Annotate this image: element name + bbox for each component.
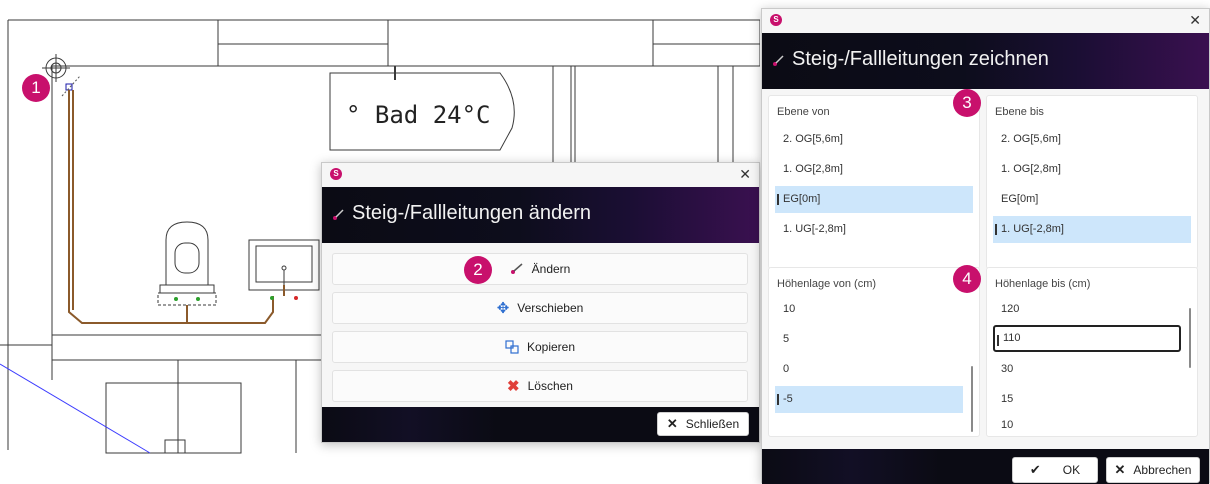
cancel-button[interactable]: ✕ Abbrechen [1106,457,1200,483]
pipe-edit-icon [510,263,523,274]
level-from-item-selected[interactable]: EG[0m] [775,186,973,213]
dialog-title: Steig-/Fallleitungen zeichnen [792,48,1049,70]
pipe-icon [773,55,784,66]
ok-button-label: OK [1062,463,1081,477]
move-button[interactable]: ✥ Verschieben [332,292,748,324]
copy-icon [505,340,519,354]
height-to-item[interactable]: 15 [993,386,1181,413]
dialog-titlebar: S ✕ [322,163,759,187]
height-to-scrollbar[interactable] [1189,308,1191,368]
move-icon: ✥ [496,300,510,317]
level-from-item[interactable]: 1. UG[-2,8m] [775,216,973,243]
height-from-item[interactable]: 5 [775,326,963,353]
cancel-button-label: Abbrechen [1133,463,1192,477]
delete-button[interactable]: ✖ Löschen [332,370,748,402]
ok-button[interactable]: ✔ OK [1012,457,1098,483]
level-from-panel: Ebene von 2. OG[5,6m] 1. OG[2,8m] EG[0m]… [768,95,980,269]
change-button-label: Ändern [531,262,571,276]
change-button[interactable]: Ändern [332,253,748,285]
height-to-item[interactable]: 10 [993,414,1181,436]
height-from-label: Höhenlage von (cm) [777,278,877,290]
check-icon: ✔ [1029,462,1041,477]
delete-button-label: Löschen [527,379,573,393]
dialog-footer: ✕ Schließen [322,407,759,442]
step-badge-4: 4 [953,265,981,293]
height-to-label: Höhenlage bis (cm) [995,278,1091,290]
room-label: ° Bad 24°C [346,101,491,129]
delete-icon: ✖ [507,378,520,395]
height-to-panel: Höhenlage bis (cm) 120 110 30 15 10 [986,267,1198,437]
dialog-banner: Steig-/Fallleitungen ändern [322,187,759,243]
level-to-panel: Ebene bis 2. OG[5,6m] 1. OG[2,8m] EG[0m]… [986,95,1198,269]
dialog-footer: ✔ OK ✕ Abbrechen [762,449,1209,484]
close-button[interactable]: ✕ Schließen [657,412,749,436]
step-badge-1: 1 [22,74,50,102]
step-badge-3: 3 [953,89,981,117]
level-to-label: Ebene bis [995,106,1044,118]
pipe-icon [333,209,344,220]
height-to-item-selected[interactable]: 110 [993,325,1181,352]
close-icon[interactable]: ✕ [1189,12,1201,29]
change-risers-dialog: S ✕ Steig-/Fallleitungen ändern Ändern ✥… [321,162,760,443]
level-to-item[interactable]: EG[0m] [993,186,1191,213]
level-from-item[interactable]: 2. OG[5,6m] [775,126,973,153]
copy-button-label: Kopieren [526,340,576,354]
height-to-item[interactable]: 30 [993,356,1181,383]
height-from-item[interactable]: 0 [775,356,963,383]
dialog-titlebar: S ✕ [762,9,1209,33]
dialog-banner: Steig-/Fallleitungen zeichnen [762,33,1209,89]
level-to-item-selected[interactable]: 1. UG[-2,8m] [993,216,1191,243]
level-to-item[interactable]: 1. OG[2,8m] [993,156,1191,183]
close-icon[interactable]: ✕ [739,166,751,183]
height-to-item[interactable]: 120 [993,296,1181,323]
height-from-item-selected[interactable]: -5 [775,386,963,413]
cancel-x-icon: ✕ [1114,462,1126,477]
level-to-item[interactable]: 2. OG[5,6m] [993,126,1191,153]
app-logo-icon: S [770,14,782,26]
close-x-icon: ✕ [666,416,678,431]
copy-button[interactable]: Kopieren [332,331,748,363]
dialog-title: Steig-/Fallleitungen ändern [352,202,592,224]
app-logo-icon: S [330,168,342,180]
height-from-scrollbar[interactable] [971,366,973,432]
height-from-item[interactable]: 10 [775,296,963,323]
draw-risers-dialog: S ✕ Steig-/Fallleitungen zeichnen Ebene … [761,8,1210,484]
close-button-label: Schließen [685,417,740,431]
level-from-item[interactable]: 1. OG[2,8m] [775,156,973,183]
height-from-panel: Höhenlage von (cm) 10 5 0 -5 [768,267,980,437]
move-button-label: Verschieben [517,301,584,315]
step-badge-2: 2 [464,256,492,284]
level-from-label: Ebene von [777,106,830,118]
